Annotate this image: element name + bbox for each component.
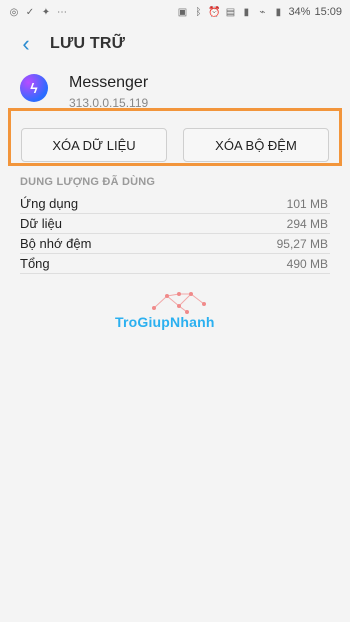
status-bar-right: ▣ ᛒ ⏰ ▤ ▮ ⌁ ▮ 34% 15:09 [176, 6, 342, 18]
bluetooth-icon: ᛒ [195, 6, 202, 18]
usage-label: Bộ nhớ đệm [20, 236, 92, 251]
usage-value: 490 MB [286, 256, 328, 271]
watermark-text: TroGiupNhanh [115, 314, 215, 330]
usage-row-app: Ứng dụng 101 MB [20, 194, 330, 214]
more-icon: ⋯ [57, 6, 67, 18]
usage-label: Dữ liệu [20, 216, 62, 231]
status-bar-left: ◎ ✓ ✦ ⋯ [8, 6, 68, 18]
app-bar: ‹ LƯU TRỮ [0, 24, 350, 64]
usage-label: Ứng dụng [20, 196, 79, 211]
status-time: 15:09 [314, 6, 342, 18]
usage-section-title: DUNG LƯỢNG ĐÃ DÙNG [20, 176, 156, 188]
page-title: LƯU TRỮ [50, 35, 126, 52]
clear-data-button[interactable]: XÓA DỮ LIỆU [21, 128, 167, 162]
usage-value: 101 MB [286, 196, 328, 211]
app-name: Messenger [69, 74, 149, 91]
clear-cache-button[interactable]: XÓA BỘ ĐỆM [183, 128, 329, 162]
battery-percent: 34% [288, 6, 311, 18]
usage-list: Ứng dụng 101 MB Dữ liệu 294 MB Bộ nhớ đệ… [20, 194, 330, 274]
wifi-icon: ⌁ [259, 6, 266, 18]
usage-label: Tổng [20, 256, 50, 271]
battery-saver-icon: ▤ [225, 6, 236, 18]
status-bar: ◎ ✓ ✦ ⋯ ▣ ᛒ ⏰ ▤ ▮ ⌁ ▮ 34% 15:09 [0, 0, 350, 24]
usage-value: 95,27 MB [276, 236, 328, 251]
usage-value: 294 MB [286, 216, 328, 231]
alarm-icon: ⏰ [208, 6, 221, 18]
twitter-icon: ✦ [41, 6, 51, 18]
usage-row-data: Dữ liệu 294 MB [20, 214, 330, 234]
usage-row-cache: Bộ nhớ đệm 95,27 MB [20, 234, 330, 254]
check-circle-icon: ✓ [25, 6, 35, 18]
network-logo-icon [152, 292, 206, 314]
signal-icon: ▮ [243, 6, 250, 18]
watermark: TroGiupNhanh [115, 290, 235, 340]
messenger-app-icon: ϟ [20, 74, 48, 102]
back-button[interactable]: ‹ [14, 32, 38, 56]
chevron-left-icon: ‹ [22, 31, 30, 56]
signal2-icon: ▮ [275, 6, 282, 18]
lock-icon: ▣ [177, 6, 188, 18]
usage-row-total: Tổng 490 MB [20, 254, 330, 274]
messenger-bolt-icon: ϟ [30, 80, 38, 96]
messenger-notification-icon: ◎ [9, 6, 19, 18]
